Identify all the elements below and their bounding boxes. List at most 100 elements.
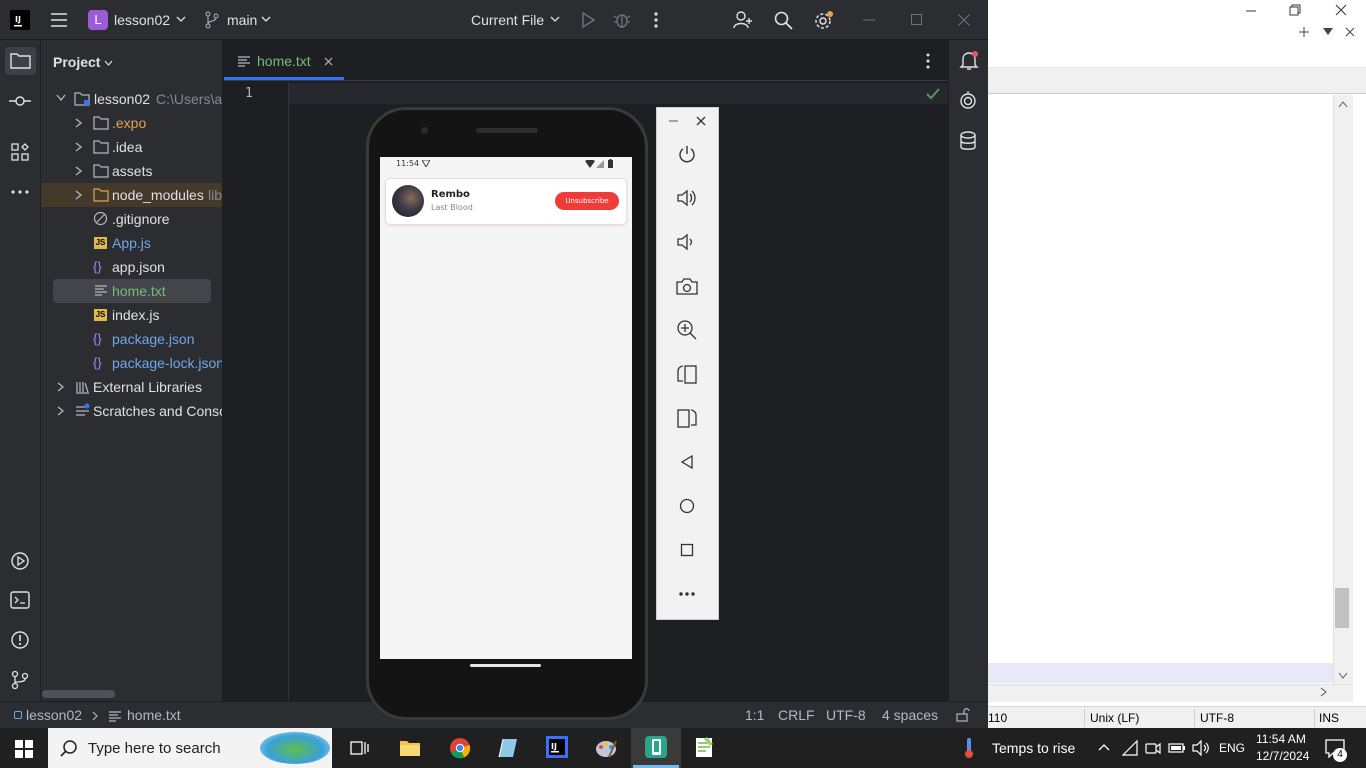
chevron-down-icon[interactable] (56, 94, 66, 102)
tree-item-app-json[interactable]: {} app.json (41, 255, 222, 279)
terminal-icon[interactable] (10, 591, 30, 609)
close-icon[interactable] (1334, 3, 1348, 17)
tab-home-txt[interactable]: home.txt (224, 40, 344, 81)
chrome-icon[interactable] (449, 737, 471, 759)
caret-position[interactable]: 1:1 (745, 707, 764, 723)
breadcrumb-project[interactable]: lesson02 (26, 707, 82, 723)
close-icon[interactable] (958, 14, 970, 26)
close-tab-icon[interactable] (1345, 27, 1355, 37)
add-user-icon[interactable] (733, 10, 753, 30)
chevron-up-icon[interactable] (1098, 743, 1110, 751)
chevron-right-icon[interactable] (75, 142, 83, 152)
git-icon[interactable] (11, 670, 29, 690)
services-run-icon[interactable] (10, 551, 30, 571)
database-icon[interactable] (959, 131, 977, 151)
line-separator[interactable]: CRLF (778, 707, 815, 723)
windows-start-icon[interactable] (15, 740, 33, 758)
new-tab-icon[interactable] (1298, 26, 1310, 38)
inspection-ok-icon[interactable] (926, 88, 940, 100)
more-actions-icon[interactable] (653, 12, 659, 28)
tree-item-app-js[interactable]: JS App.js (41, 231, 222, 255)
scroll-right-icon[interactable] (1320, 687, 1328, 697)
minimize-icon[interactable] (669, 120, 679, 122)
unsubscribe-button[interactable]: Unsubscribe (555, 192, 619, 210)
volume-up-icon[interactable] (676, 188, 698, 208)
rotate-left-icon[interactable] (676, 363, 698, 385)
tree-item-package-lock-json[interactable]: {} package-lock.json (41, 351, 222, 375)
tree-item-package-json[interactable]: {} package.json (41, 327, 222, 351)
problems-icon[interactable] (10, 630, 30, 650)
debug-icon[interactable] (613, 11, 631, 29)
intellij-icon[interactable]: IJ (546, 736, 568, 758)
chevron-right-icon[interactable] (75, 166, 83, 176)
screenshot-camera-icon[interactable] (676, 277, 698, 296)
battery-icon[interactable] (1168, 741, 1186, 755)
main-menu-icon[interactable] (50, 12, 68, 28)
chevron-right-icon[interactable] (57, 382, 65, 392)
home-icon[interactable] (679, 498, 695, 514)
tree-item-node-modules[interactable]: node_modules lib (41, 183, 222, 207)
bg-text-area[interactable] (988, 95, 1346, 685)
tree-item-root[interactable]: lesson02 C:\Users\a (41, 87, 222, 111)
structure-icon[interactable] (11, 143, 29, 161)
weather-text[interactable]: Temps to rise (992, 740, 1075, 756)
back-icon[interactable] (680, 455, 694, 469)
restore-icon[interactable] (1288, 3, 1302, 17)
scroll-up-icon[interactable] (1338, 100, 1348, 108)
commit-icon[interactable] (9, 94, 31, 108)
tab-list-icon[interactable] (1323, 28, 1333, 36)
bg-horizontal-scrollbar[interactable] (988, 684, 1353, 702)
project-avatar[interactable]: L (88, 10, 108, 30)
power-icon[interactable] (677, 144, 697, 164)
close-icon[interactable] (696, 116, 706, 126)
emulator-task-active[interactable] (631, 728, 681, 768)
tree-item-expo[interactable]: .expo (41, 111, 222, 135)
meet-now-icon[interactable] (1145, 740, 1161, 756)
search-icon[interactable] (774, 11, 793, 30)
volume-down-icon[interactable] (676, 232, 696, 252)
panel-title[interactable]: Project (53, 54, 100, 70)
settings-gear-icon[interactable] (813, 10, 835, 32)
zoom-in-icon[interactable] (676, 319, 697, 340)
network-icon[interactable] (1122, 740, 1138, 756)
tree-item-index-js[interactable]: JS index.js (41, 303, 222, 327)
chevron-right-icon[interactable] (57, 406, 65, 416)
tree-item-idea[interactable]: .idea (41, 135, 222, 159)
project-switcher[interactable]: lesson02 (114, 12, 170, 28)
more-options-icon[interactable] (678, 591, 696, 597)
rotate-right-icon[interactable] (676, 407, 698, 429)
maximize-icon[interactable] (911, 14, 923, 26)
tree-item-assets[interactable]: assets (41, 159, 222, 183)
tree-item-gitignore[interactable]: .gitignore (41, 207, 222, 231)
bg-scroll-thumb[interactable] (1335, 588, 1349, 628)
chevron-right-icon[interactable] (75, 190, 83, 200)
notes-app-icon[interactable] (497, 737, 519, 759)
clock-date[interactable]: 12/7/2024 (1256, 749, 1309, 763)
notifications-bell-icon[interactable] (959, 51, 979, 71)
overview-icon[interactable] (680, 543, 694, 557)
indent-setting[interactable]: 4 spaces (882, 707, 938, 723)
input-language[interactable]: ENG (1219, 741, 1245, 755)
branch-switcher[interactable]: main (227, 12, 257, 28)
file-explorer-icon[interactable] (399, 738, 421, 758)
gesture-nav-bar[interactable] (470, 664, 541, 667)
phone-screen[interactable] (380, 157, 632, 659)
run-icon[interactable] (581, 12, 595, 28)
tab-options-icon[interactable] (925, 53, 931, 69)
minimize-icon[interactable] (1244, 4, 1258, 18)
tree-item-home-txt[interactable]: home.txt (53, 279, 211, 303)
task-view-icon[interactable] (350, 739, 370, 757)
more-tools-icon[interactable] (11, 189, 29, 195)
tree-item-external-libraries[interactable]: External Libraries (41, 375, 222, 399)
clock-time[interactable]: 11:54 AM (1256, 732, 1306, 746)
notepadpp-icon[interactable] (693, 736, 715, 758)
paint-app-icon[interactable] (595, 737, 617, 759)
project-tool-button[interactable] (5, 47, 36, 75)
speaker-icon[interactable] (1192, 740, 1210, 756)
file-encoding[interactable]: UTF-8 (826, 707, 866, 723)
scroll-down-icon[interactable] (1338, 672, 1348, 680)
run-configuration-select[interactable]: Current File (471, 12, 544, 28)
close-tab-icon[interactable] (324, 57, 333, 66)
tree-item-scratches[interactable]: Scratches and Consoles (41, 399, 222, 423)
chevron-right-icon[interactable] (75, 118, 83, 128)
